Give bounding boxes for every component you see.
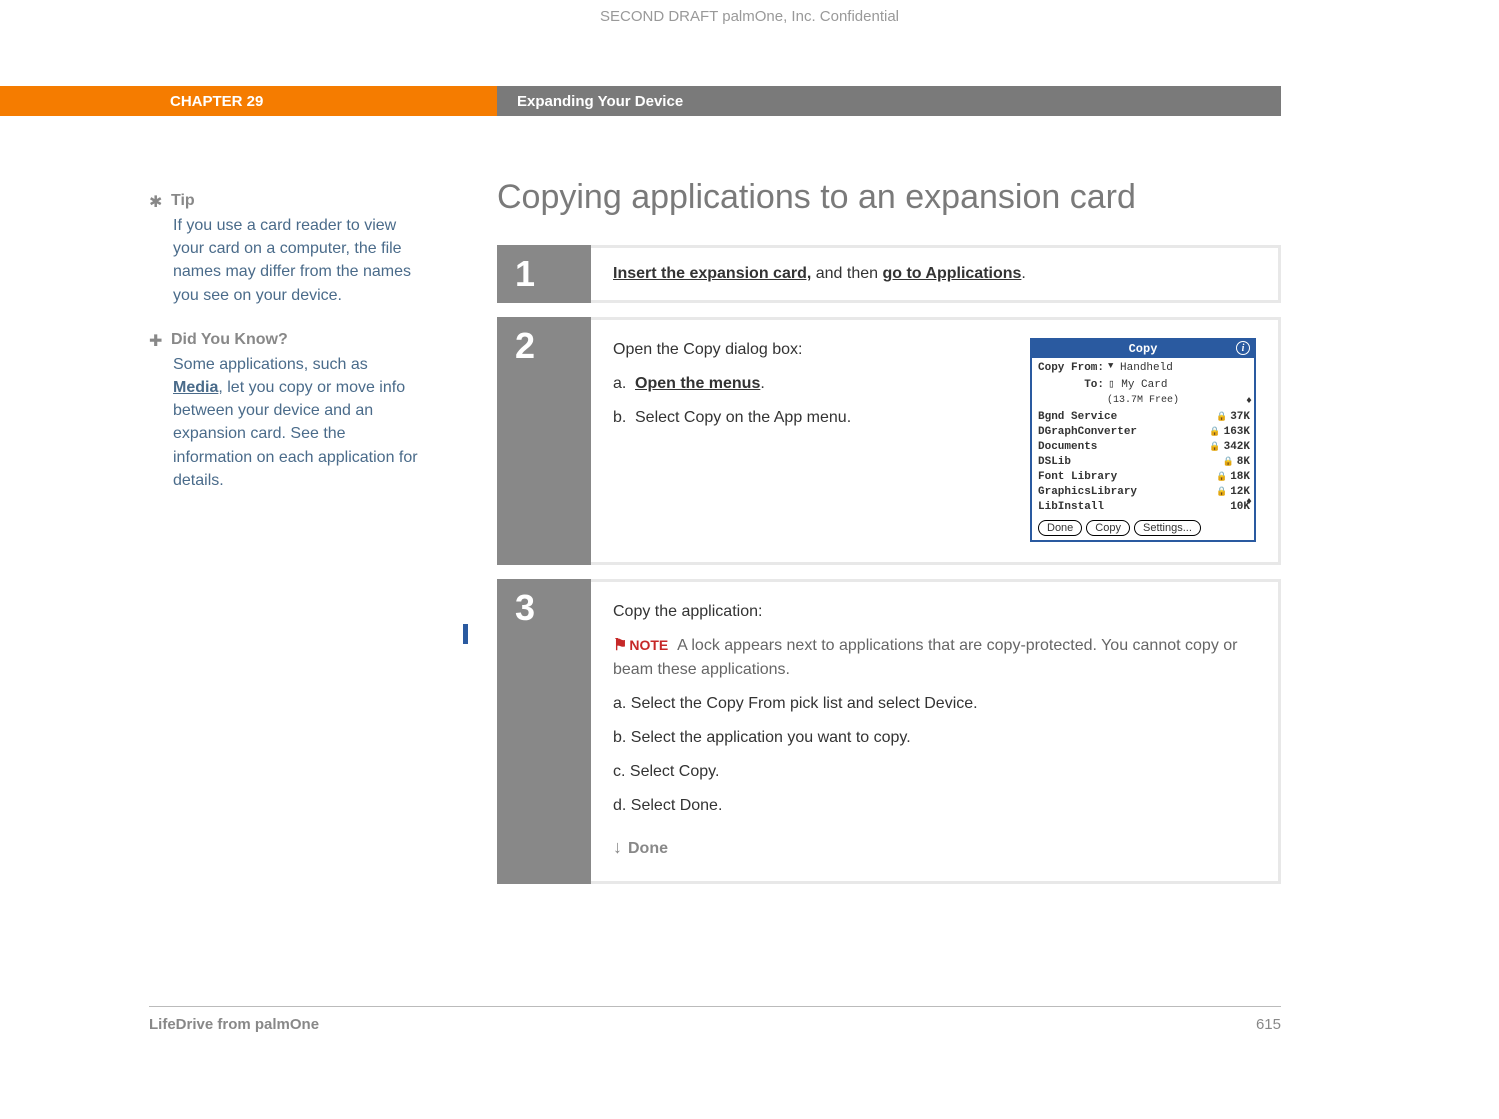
- step-2-number: 2: [515, 325, 535, 367]
- scroll-up-icon[interactable]: ♦: [1246, 394, 1252, 409]
- step2-b: b.Select Copy on the App menu.: [613, 406, 1014, 430]
- copy-from-label: Copy From:: [1038, 360, 1108, 377]
- step2-intro: Open the Copy dialog box:: [613, 338, 1014, 362]
- footer: LifeDrive from palmOne 615: [149, 1016, 1281, 1033]
- confidential-header: SECOND DRAFT palmOne, Inc. Confidential: [0, 8, 1499, 25]
- dyk-prefix: Some applications, such as: [173, 356, 368, 373]
- step2-b-text: Select Copy on the App menu.: [635, 409, 851, 426]
- done-label: Done: [628, 840, 668, 857]
- list-item: Documents🔒342K: [1038, 440, 1250, 455]
- tip-label: Tip: [171, 192, 195, 209]
- footer-divider: [149, 1006, 1281, 1007]
- go-to-applications-link[interactable]: go to Applications: [882, 265, 1021, 282]
- list-item: GraphicsLibrary🔒12K: [1038, 485, 1250, 500]
- free-space: (13.7M Free): [1038, 393, 1248, 408]
- step3-a: a. Select the Copy From pick list and se…: [613, 692, 1256, 716]
- step1-end: .: [1021, 265, 1025, 282]
- tip-block: ✱ Tip If you use a card reader to view yo…: [149, 192, 419, 307]
- palm-titlebar: Copy i: [1032, 340, 1254, 358]
- step-1-body: Insert the expansion card, and then go t…: [591, 245, 1281, 303]
- info-icon[interactable]: i: [1236, 341, 1250, 355]
- done-arrow-icon: ↓: [613, 834, 622, 861]
- list-item: DSLib🔒8K: [1038, 455, 1250, 470]
- plus-icon: ✚: [149, 331, 165, 351]
- chapter-number-cell: CHAPTER 29: [0, 86, 497, 116]
- step-3-number: 3: [515, 587, 535, 629]
- lock-icon: 🔒: [1216, 486, 1227, 500]
- insert-card-link[interactable]: Insert the expansion card,: [613, 265, 811, 282]
- page-title: Copying applications to an expansion car…: [497, 178, 1281, 217]
- step-2-number-cell: 2: [497, 317, 591, 565]
- note-text: A lock appears next to applications that…: [613, 637, 1237, 678]
- scroll-down-icon[interactable]: ♦: [1246, 495, 1252, 510]
- did-you-know-block: ✚ Did You Know? Some applications, such a…: [149, 331, 419, 492]
- copy-button[interactable]: Copy: [1086, 520, 1130, 536]
- step3-d: d. Select Done.: [613, 794, 1256, 818]
- palm-title: Copy: [1129, 340, 1158, 358]
- settings-button[interactable]: Settings...: [1134, 520, 1201, 536]
- palm-copy-dialog: Copy i Copy From: ▼ Handheld To: ▯ My Ca…: [1030, 338, 1256, 542]
- footer-product: LifeDrive from palmOne: [149, 1016, 319, 1033]
- done-row: ↓ Done: [613, 834, 1256, 861]
- page-number: 615: [1256, 1016, 1281, 1033]
- copy-to-label: To:: [1038, 377, 1108, 394]
- step-2: 2 Open the Copy dialog box: a.Open the m…: [497, 317, 1281, 565]
- chapter-title-cell: Expanding Your Device: [497, 86, 1281, 116]
- lock-icon: 🔒: [1216, 471, 1227, 485]
- main-content: Copying applications to an expansion car…: [497, 178, 1281, 898]
- lock-icon: 🔒: [1216, 411, 1227, 425]
- step1-mid: and then: [811, 265, 882, 282]
- lock-icon: 🔒: [1209, 441, 1220, 455]
- step3-b: b. Select the application you want to co…: [613, 726, 1256, 750]
- dyk-label: Did You Know?: [171, 331, 288, 348]
- asterisk-icon: ✱: [149, 192, 165, 212]
- note-icon: ⚑: [613, 634, 627, 658]
- palm-app-list[interactable]: Bgnd Service🔒37K DGraphConverter🔒163K Do…: [1032, 410, 1254, 515]
- open-menus-link[interactable]: Open the menus: [635, 375, 760, 392]
- step2-a-end: .: [760, 375, 764, 392]
- chapter-title: Expanding Your Device: [517, 93, 683, 110]
- step3-intro: Copy the application:: [613, 600, 1256, 624]
- change-bar-icon: [463, 624, 468, 644]
- card-icon: ▯: [1108, 377, 1115, 394]
- step-2-body: Open the Copy dialog box: a.Open the men…: [591, 317, 1281, 565]
- step2-a-letter: a.: [613, 372, 635, 396]
- step-3-number-cell: 3: [497, 579, 591, 884]
- lock-icon: 🔒: [1209, 426, 1220, 440]
- step-3: 3 Copy the application: ⚑NOTE A lock app…: [497, 579, 1281, 884]
- step-1-number: 1: [515, 253, 535, 295]
- chapter-number: CHAPTER 29: [170, 93, 263, 110]
- step-1: 1 Insert the expansion card, and then go…: [497, 245, 1281, 303]
- list-item: LibInstall10K: [1038, 500, 1250, 515]
- step3-c: c. Select Copy.: [613, 760, 1256, 784]
- note-label: NOTE: [629, 637, 668, 653]
- step2-a: a.Open the menus.: [613, 372, 1014, 396]
- tip-body: If you use a card reader to view your ca…: [173, 214, 419, 307]
- done-button[interactable]: Done: [1038, 520, 1082, 536]
- step-1-number-cell: 1: [497, 245, 591, 303]
- dyk-body: Some applications, such as Media, let yo…: [173, 353, 419, 492]
- sidebar: ✱ Tip If you use a card reader to view yo…: [149, 192, 419, 516]
- media-link[interactable]: Media: [173, 379, 218, 396]
- list-item: Font Library🔒18K: [1038, 470, 1250, 485]
- scroll-arrows[interactable]: ♦ ♦: [1246, 394, 1252, 510]
- step2-b-letter: b.: [613, 406, 635, 430]
- note-row: ⚑NOTE A lock appears next to application…: [613, 634, 1256, 682]
- list-item: DGraphConverter🔒163K: [1038, 425, 1250, 440]
- lock-icon: 🔒: [1223, 456, 1234, 470]
- copy-from-value[interactable]: Handheld: [1113, 360, 1172, 377]
- copy-to-value: My Card: [1115, 377, 1168, 394]
- chapter-bar: CHAPTER 29 Expanding Your Device: [0, 86, 1499, 116]
- list-item: Bgnd Service🔒37K: [1038, 410, 1250, 425]
- palm-meta: Copy From: ▼ Handheld To: ▯ My Card (13.…: [1032, 358, 1254, 408]
- step-3-body: Copy the application: ⚑NOTE A lock appea…: [591, 579, 1281, 884]
